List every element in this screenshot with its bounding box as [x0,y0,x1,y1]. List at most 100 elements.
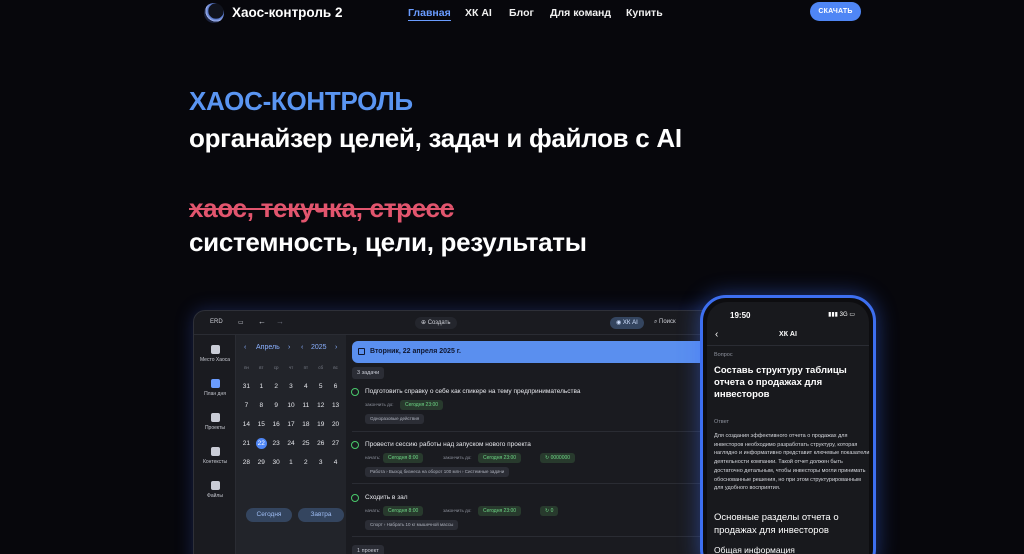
task-title[interactable]: Сходить в зал [365,494,408,501]
calendar-day[interactable]: 30 [269,457,284,468]
task-title[interactable]: Провести сессию работы над запуском ново… [365,441,531,448]
calendar-month[interactable]: Апрель [256,344,280,351]
logo-icon[interactable] [204,3,224,23]
task-context-tag[interactable]: Одноразовые действия [365,414,425,424]
calendar-day[interactable]: 21 [239,438,254,449]
calendar-day[interactable]: 18 [298,419,313,430]
tomorrow-button[interactable]: Завтра [298,508,344,522]
task-repeat-days: 0000000 [550,455,571,461]
nav-link-ai[interactable]: ХК AI [465,7,492,19]
task-panel: Вторник, 22 апреля 2025 г. 3 задачи Подг… [346,335,718,554]
weekday-label: пн [243,365,249,370]
sidebar-item-chaos[interactable]: Место Хаоса [194,345,236,363]
answer-subheading: Общая информация [714,545,795,554]
ai-button[interactable]: ◉ ХК AI [610,317,644,329]
task-start-chip[interactable]: Сегодня 8:00 [383,453,424,463]
calendar-day[interactable]: 1 [254,381,269,392]
brand-name[interactable]: Хаос-контроль 2 [232,5,342,20]
nav-link-teams[interactable]: Для команд [550,7,611,19]
calendar-day[interactable]: 2 [269,381,284,392]
task-checkbox[interactable] [351,388,359,396]
calendar-day[interactable]: 10 [284,400,299,411]
calendar-day-today[interactable]: 22 [255,438,267,449]
task-start-label: начать: [365,508,381,513]
app-sidebar: Место Хаоса План дня Проекты Контексты Ф… [194,335,236,554]
date-header: Вторник, 22 апреля 2025 г. [352,341,708,363]
mini-calendar: ‹ Апрель › ‹ 2025 › пн вт ср чт пт сб вс 31 1 2 3 4… [236,335,346,554]
calendar-day[interactable]: 4 [328,457,343,468]
task-start-chip[interactable]: Сегодня 8:00 [383,506,424,516]
calendar-day[interactable]: 29 [254,457,269,468]
task-context-tag[interactable]: Спорт › Набрать 10 кг мышечной массы [365,520,459,530]
sidebar-toggle-icon[interactable]: ▭ [238,319,244,326]
weekday-label: ср [273,365,279,370]
calendar-icon [358,348,365,355]
hero-strikethrough-text: хаос, текучка, стресс [189,193,454,223]
calendar-day[interactable]: 16 [269,419,284,430]
calendar-day[interactable]: 1 [284,457,299,468]
phone-screen: 19:50 ▮▮▮ 3G ▭ ‹ ХК AI Вопрос Составь ст… [707,302,869,554]
sidebar-item-day-plan[interactable]: План дня [194,379,236,397]
calendar-day[interactable]: 3 [284,381,299,392]
calendar-day[interactable]: 14 [239,419,254,430]
task-checkbox[interactable] [351,441,359,449]
sidebar-item-projects[interactable]: Проекты [194,413,236,431]
download-button[interactable]: СКАЧАТЬ [810,2,861,21]
prev-year-icon[interactable]: ‹ [301,344,303,351]
task-deadline-chip[interactable]: Сегодня 23:00 [478,506,522,516]
calendar-day[interactable]: 6 [328,381,343,392]
calendar-day[interactable]: 17 [284,419,299,430]
calendar-day[interactable]: 28 [239,457,254,468]
forward-arrow-icon[interactable]: → [276,317,284,326]
calendar-day[interactable]: 31 [239,381,254,392]
calendar-day[interactable]: 20 [328,419,343,430]
status-network: ▮▮▮ 3G ▭ [828,312,855,318]
create-button[interactable]: ⊕ Создать [415,317,457,329]
calendar-day[interactable]: 12 [313,400,328,411]
calendar-year[interactable]: 2025 [311,344,327,351]
today-button[interactable]: Сегодня [246,508,292,522]
next-month-icon[interactable]: › [288,344,290,351]
calendar-day[interactable]: 9 [269,400,284,411]
prev-month-icon[interactable]: ‹ [244,344,246,351]
calendar-icon [210,379,220,388]
question-text: Составь структуру таблицы отчета о прода… [714,365,847,400]
weekday-label: чт [288,365,294,370]
create-label: Создать [427,320,451,326]
task-deadline-chip[interactable]: Сегодня 23:00 [478,453,522,463]
task-deadline-label: закончить до: [443,508,472,513]
task-repeat-chip[interactable]: ↻ 0 [540,506,559,516]
sidebar-item-contexts[interactable]: Контексты [194,447,236,465]
grid-icon [210,413,220,422]
calendar-day[interactable]: 13 [328,400,343,411]
sidebar-item-files[interactable]: Файлы [194,481,236,499]
divider [352,536,714,537]
calendar-day[interactable]: 15 [254,419,269,430]
status-time: 19:50 [730,311,751,320]
calendar-day[interactable]: 3 [313,457,328,468]
calendar-day[interactable]: 5 [313,381,328,392]
task-checkbox[interactable] [351,494,359,502]
calendar-day[interactable]: 4 [298,381,313,392]
nav-link-blog[interactable]: Блог [509,7,534,19]
calendar-day[interactable]: 25 [298,438,313,449]
calendar-day[interactable]: 2 [298,457,313,468]
back-arrow-icon[interactable]: ← [258,317,266,326]
calendar-day[interactable]: 26 [313,438,328,449]
weekday-label: пт [303,365,309,370]
nav-link-buy[interactable]: Купить [626,7,663,19]
calendar-day[interactable]: 27 [328,438,343,449]
calendar-day[interactable]: 19 [313,419,328,430]
calendar-day[interactable]: 23 [269,438,284,449]
task-repeat-chip[interactable]: ↻ 0000000 [540,453,576,463]
nav-link-home[interactable]: Главная [408,7,451,21]
calendar-day[interactable]: 24 [284,438,299,449]
task-title[interactable]: Подготовить справку о себе как спикере н… [365,388,581,395]
calendar-day[interactable]: 11 [298,400,313,411]
task-context-tag[interactable]: Работа › Выход бизнеса на оборот 100 млн… [365,467,510,477]
task-deadline-chip[interactable]: Сегодня 23:00 [400,400,444,410]
next-year-icon[interactable]: › [335,344,337,351]
search-button[interactable]: ⌕ Поиск [654,319,676,326]
calendar-day[interactable]: 7 [239,400,254,411]
calendar-day[interactable]: 8 [254,400,269,411]
